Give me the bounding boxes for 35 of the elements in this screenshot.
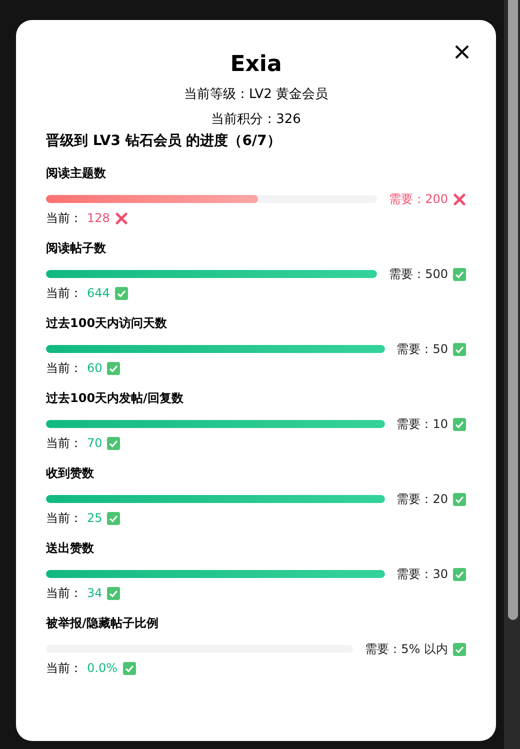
current-label: 当前：	[46, 510, 82, 527]
dialog-title: Exia	[230, 51, 282, 79]
required-value: 需要：50	[396, 341, 448, 358]
required-value: 需要：5% 以内	[365, 641, 448, 658]
current-value: 0.0%	[87, 660, 118, 677]
requirement-title: 收到赞数	[46, 465, 95, 482]
current-label: 当前：	[46, 360, 82, 377]
requirement-title: 阅读主题数	[46, 165, 107, 182]
current-label: 当前：	[46, 435, 82, 452]
current-value: 60	[87, 360, 102, 377]
requirement-title: 被举报/隐藏帖子比例	[46, 615, 160, 632]
current-label: 当前：	[46, 585, 82, 602]
points-text: 当前积分：326	[211, 111, 301, 129]
current-value: 128	[87, 210, 110, 227]
current-label: 当前：	[46, 660, 82, 677]
requirement-title: 阅读帖子数	[46, 240, 107, 257]
requirement-title: 过去100天内发帖/回复数	[46, 390, 184, 407]
current-label: 当前：	[46, 285, 82, 302]
required-value: 需要：30	[396, 566, 448, 583]
required-value: 需要：200	[389, 191, 448, 208]
current-value: 25	[87, 510, 102, 527]
current-value: 644	[87, 285, 110, 302]
level-text: 当前等级：LV2 黄金会员	[184, 86, 328, 104]
close-icon	[454, 44, 470, 60]
requirement-title: 过去100天内访问天数	[46, 315, 168, 332]
required-value: 需要：20	[396, 491, 448, 508]
progress-heading: 晋级到 LV3 钻石会员 的进度（6/7）	[46, 132, 282, 151]
current-value: 70	[87, 435, 102, 452]
scrollbar-track[interactable]	[504, 0, 520, 749]
required-value: 需要：10	[396, 416, 448, 433]
current-value: 34	[87, 585, 102, 602]
required-value: 需要：500	[389, 266, 448, 283]
current-label: 当前：	[46, 210, 82, 227]
requirement-title: 送出赞数	[46, 540, 95, 557]
scrollbar-thumb[interactable]	[508, 0, 518, 620]
